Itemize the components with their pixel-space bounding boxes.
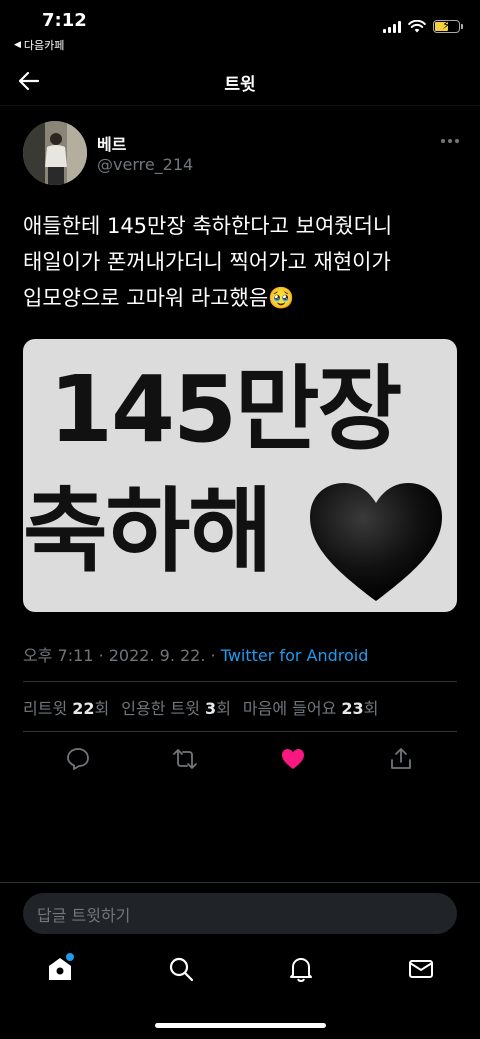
black-heart-icon (310, 483, 442, 601)
image-text-line2: 축하해 (23, 478, 273, 585)
like-count[interactable]: 마음에 들어요 23회 (243, 695, 379, 719)
share-icon[interactable] (388, 746, 414, 772)
author-name[interactable]: 베르 (97, 131, 126, 155)
system-icons: ⚡ (383, 18, 463, 33)
tweet-meta: 오후 7:11 · 2022. 9. 22. · Twitter for And… (23, 646, 369, 665)
tab-bar (0, 955, 480, 995)
wifi-icon (408, 20, 426, 33)
author-handle[interactable]: @verre_214 (97, 155, 193, 174)
avatar[interactable] (23, 121, 87, 185)
search-icon[interactable] (167, 955, 195, 983)
tweet-image[interactable]: 145만장 축하해 (23, 339, 457, 612)
tweet-actions (23, 742, 457, 776)
tweet-source-link[interactable]: Twitter for Android (221, 646, 369, 665)
tweet-stats: 리트윗 22회 인용한 트윗 3회 마음에 들어요 23회 (23, 695, 378, 719)
messages-icon[interactable] (407, 955, 435, 983)
status-time: 7:12 (42, 10, 87, 31)
reply-icon[interactable] (65, 746, 91, 772)
notification-dot (66, 953, 74, 961)
tweet-date: 2022. 9. 22. (108, 646, 206, 665)
cellular-signal-icon (383, 20, 401, 33)
back-triangle-icon: ◀ (14, 40, 21, 50)
status-bar: 7:12 ◀ 다음카페 ⚡ (0, 0, 480, 56)
quote-count[interactable]: 인용한 트윗 3회 (121, 695, 231, 719)
battery-icon: ⚡ (433, 18, 463, 33)
reply-input[interactable]: 답글 트윗하기 (23, 893, 457, 934)
page-title: 트윗 (224, 75, 256, 95)
divider (23, 681, 457, 682)
back-to-app[interactable]: ◀ 다음카페 (14, 37, 64, 53)
retweet-count[interactable]: 리트윗 22회 (23, 695, 109, 719)
back-app-label: 다음카페 (23, 39, 65, 52)
more-icon[interactable] (441, 139, 459, 143)
tweet-time: 오후 7:11 (23, 646, 94, 665)
like-icon[interactable] (280, 746, 306, 772)
bottom-area: 답글 트윗하기 (0, 882, 480, 1039)
top-nav: 트윗 (0, 56, 480, 106)
notifications-icon[interactable] (287, 955, 315, 983)
retweet-icon[interactable] (172, 746, 198, 772)
home-indicator (155, 1023, 326, 1028)
image-text-line1: 145만장 (49, 356, 402, 463)
divider (23, 731, 457, 732)
tweet-author: 베르 @verre_214 (23, 121, 463, 185)
tweet-text: 애들한테 145만장 축하한다고 보여줬더니 태일이가 폰꺼내가더니 찍어가고 … (23, 214, 393, 310)
